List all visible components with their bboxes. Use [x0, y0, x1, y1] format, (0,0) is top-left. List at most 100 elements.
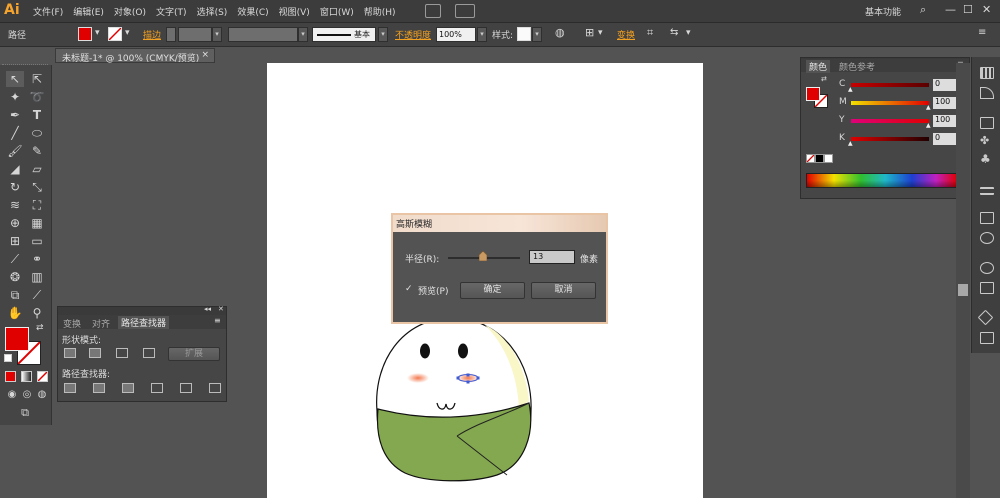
variable-width-dropdown[interactable]	[228, 27, 298, 42]
preview-checkbox[interactable]: ✓	[405, 284, 413, 294]
channel-slider[interactable]	[851, 119, 929, 123]
color-guide-icon[interactable]	[980, 87, 994, 99]
panel-menu-icon[interactable]: ≡	[978, 27, 986, 38]
radius-input[interactable]: 13	[529, 250, 575, 264]
color-mode-icon[interactable]	[5, 371, 16, 382]
expand-button[interactable]: 扩展	[168, 347, 220, 361]
divide-icon[interactable]	[64, 383, 76, 393]
anchor-point[interactable]	[466, 373, 470, 377]
gradient-panel-icon[interactable]	[980, 212, 994, 224]
opacity-field[interactable]: 100%	[436, 27, 476, 42]
paintbrush-tool-icon[interactable]: 🖌	[6, 143, 24, 159]
crop-icon[interactable]	[151, 383, 163, 393]
scale-tool-icon[interactable]: ⤡	[28, 179, 46, 195]
channel-slider[interactable]	[851, 83, 929, 87]
lasso-tool-icon[interactable]: ➰	[28, 89, 46, 105]
slider-thumb-icon[interactable]: ▲	[926, 104, 931, 111]
tab-align[interactable]: 对齐	[92, 317, 110, 330]
type-tool-icon[interactable]: T	[28, 107, 46, 123]
channel-slider[interactable]	[851, 101, 929, 105]
align-icon[interactable]	[980, 282, 994, 294]
tab-transform[interactable]: 变换	[63, 317, 81, 330]
minus-back-icon[interactable]	[209, 383, 221, 393]
brush-definition-dropdown[interactable]: 基本	[312, 27, 376, 42]
slider-thumb-icon[interactable]: ▲	[848, 86, 853, 93]
tab-color-guide[interactable]: 颜色参考	[839, 60, 875, 73]
close-icon[interactable]: ✕	[218, 305, 224, 313]
appearance-icon[interactable]	[980, 262, 994, 274]
transparency-icon[interactable]	[980, 232, 994, 244]
tab-pathfinder[interactable]: 路径查找器	[118, 316, 170, 329]
symbol-sprayer-tool-icon[interactable]: ❂	[6, 269, 24, 285]
stroke-weight-stepper[interactable]	[166, 27, 176, 42]
none-swatch[interactable]	[806, 154, 815, 163]
ellipse-tool-icon[interactable]: ⬭	[28, 125, 46, 141]
outline-icon[interactable]	[180, 383, 192, 393]
pen-tool-icon[interactable]: ✒	[6, 107, 24, 123]
gradient-mode-icon[interactable]	[21, 371, 32, 382]
color-spectrum[interactable]	[806, 173, 958, 188]
menu-object[interactable]: 对象(O)	[114, 5, 146, 18]
align-icon[interactable]: ⊞	[585, 26, 594, 39]
radius-slider-thumb[interactable]	[478, 250, 487, 262]
shape-builder-tool-icon[interactable]: ⊕	[6, 215, 24, 231]
zoom-tool-icon[interactable]: ⚲	[28, 305, 46, 321]
menu-window[interactable]: 窗口(W)	[320, 5, 354, 18]
layers-icon[interactable]	[977, 309, 994, 326]
swatches-icon[interactable]	[980, 67, 994, 79]
merge-icon[interactable]	[122, 383, 134, 393]
chevron-down-icon[interactable]: ▾	[95, 28, 100, 38]
panel-header[interactable]: ◂◂ ✕	[58, 305, 226, 315]
minimize-button[interactable]: —	[945, 3, 956, 16]
menu-type[interactable]: 文字(T)	[156, 5, 187, 18]
blob-brush-tool-icon[interactable]: ◢	[6, 161, 24, 177]
chevron-down-icon[interactable]: ▾	[477, 27, 487, 42]
recolor-icon[interactable]: ◍	[555, 26, 565, 39]
isolate-icon[interactable]: ⌗	[647, 26, 653, 40]
warp-tool-icon[interactable]: ≋	[6, 197, 24, 213]
opacity-link[interactable]: 不透明度	[395, 28, 431, 41]
anchor-point[interactable]	[476, 376, 480, 380]
white-swatch[interactable]	[824, 154, 833, 163]
close-tab-icon[interactable]: ×	[201, 50, 209, 60]
arrange-documents-icon[interactable]	[455, 4, 475, 18]
blend-tool-icon[interactable]: ⚭	[28, 251, 46, 267]
cancel-button[interactable]: 取消	[531, 282, 596, 299]
panel-grip[interactable]	[2, 64, 48, 68]
graphic-style-swatch[interactable]	[517, 27, 531, 41]
brushes-icon[interactable]	[980, 117, 994, 129]
menu-help[interactable]: 帮助(H)	[364, 5, 396, 18]
channel-value[interactable]: 0	[933, 133, 957, 145]
document-tab[interactable]: 未标题-1* @ 100% (CMYK/预览) ×	[55, 48, 215, 64]
search-icon[interactable]: ⌕	[920, 3, 926, 17]
anchor-point[interactable]	[456, 376, 460, 380]
rotate-tool-icon[interactable]: ↻	[6, 179, 24, 195]
menu-edit[interactable]: 编辑(E)	[73, 5, 104, 18]
arrange-icon[interactable]: ⇆	[670, 27, 678, 38]
stroke-swatch[interactable]	[108, 27, 122, 41]
column-graph-tool-icon[interactable]: ▥	[28, 269, 46, 285]
perspective-grid-tool-icon[interactable]: ▦	[28, 215, 46, 231]
ok-button[interactable]: 确定	[460, 282, 525, 299]
swap-fill-stroke-icon[interactable]: ⇄	[36, 323, 44, 333]
bridge-icon[interactable]	[425, 4, 441, 18]
line-tool-icon[interactable]: ╱	[6, 125, 24, 141]
trim-icon[interactable]	[93, 383, 105, 393]
unite-icon[interactable]	[64, 348, 76, 358]
chevron-down-icon[interactable]: ▾	[378, 27, 388, 42]
transform-link[interactable]: 变换	[617, 28, 635, 41]
chevron-down-icon[interactable]: ▾	[532, 27, 542, 42]
slice-tool-icon[interactable]: ⟋	[28, 287, 46, 303]
eyedropper-tool-icon[interactable]: ⟋	[6, 251, 24, 267]
selection-tool-icon[interactable]: ↖	[6, 71, 24, 87]
hand-tool-icon[interactable]: ✋	[6, 305, 24, 321]
minus-front-icon[interactable]	[89, 348, 101, 358]
graphic-styles-icon[interactable]: ♣	[980, 153, 994, 165]
stroke-weight-field[interactable]	[178, 27, 212, 42]
eraser-tool-icon[interactable]: ▱	[28, 161, 46, 177]
mesh-tool-icon[interactable]: ⊞	[6, 233, 24, 249]
magic-wand-tool-icon[interactable]: ✦	[6, 89, 24, 105]
workspace-switcher[interactable]: 基本功能	[865, 5, 901, 18]
channel-value[interactable]: 100	[933, 97, 957, 109]
intersect-icon[interactable]	[116, 348, 128, 358]
